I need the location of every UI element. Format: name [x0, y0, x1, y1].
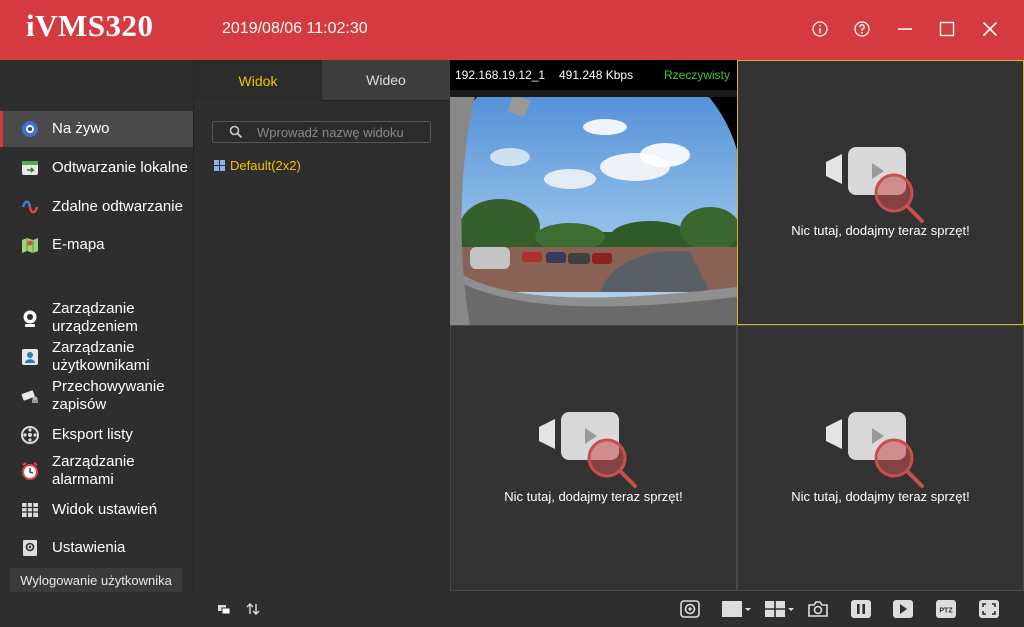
- ptz-icon[interactable]: PTZ: [934, 598, 958, 620]
- close-icon[interactable]: [977, 16, 1003, 42]
- multi-window-icon[interactable]: [212, 598, 236, 620]
- video-cell-3[interactable]: Nic tutaj, dodajmy teraz sprzęt!: [450, 325, 737, 591]
- sidebar-item-label: Zdalne odtwarzanie: [52, 198, 183, 215]
- storage-icon: [20, 386, 40, 406]
- video-cell-2[interactable]: Nic tutaj, dodajmy teraz sprzęt!: [737, 60, 1024, 325]
- camera-ip: 192.168.19.12_1: [455, 68, 546, 82]
- empty-cell-message: Nic tutaj, dodajmy teraz sprzęt!: [791, 489, 970, 504]
- sidebar-item-alarm-management[interactable]: Zarządzanie alarmami: [0, 452, 193, 490]
- view-panel: Widok Wideo Default(2x2): [193, 60, 450, 627]
- empty-cell-message: Nic tutaj, dodajmy teraz sprzęt!: [504, 489, 683, 504]
- datetime: 2019/08/06 11:02:30: [222, 20, 368, 37]
- pause-icon[interactable]: [849, 598, 873, 620]
- sidebar-item-label: Eksport listy: [52, 426, 133, 443]
- sidebar-item-local-playback[interactable]: Odtwarzanie lokalne: [0, 150, 193, 186]
- info-icon[interactable]: [807, 16, 833, 42]
- export-list-icon: [20, 425, 40, 445]
- live-video-cell[interactable]: 192.168.19.12_1 491.248 Kbps Rzeczywisty: [450, 60, 737, 325]
- user-management-icon: [20, 347, 40, 367]
- play-icon[interactable]: [891, 598, 915, 620]
- live-view-icon: [20, 119, 40, 139]
- video-grid: 192.168.19.12_1 491.248 Kbps Rzeczywisty: [450, 60, 1024, 591]
- no-device-camera-icon: [826, 412, 936, 493]
- app-logo: iVMS320: [26, 8, 154, 43]
- record-all-icon[interactable]: [678, 598, 702, 620]
- video-cell-4[interactable]: Nic tutaj, dodajmy teraz sprzęt!: [737, 325, 1024, 591]
- sidebar-item-label: Zarządzanie urządzeniem: [52, 300, 138, 335]
- camera-feed: [450, 97, 737, 325]
- logout-button[interactable]: Wylogowanie użytkownika: [10, 568, 182, 592]
- tab-video[interactable]: Wideo: [322, 60, 450, 101]
- live-cell-header: 192.168.19.12_1 491.248 Kbps Rzeczywisty: [450, 60, 737, 90]
- sidebar-item-remote-playback[interactable]: Zdalne odtwarzanie: [0, 189, 193, 225]
- sidebar-item-user-management[interactable]: Zarządzanie użytkownikami: [0, 338, 193, 376]
- device-management-icon: [20, 309, 40, 329]
- sidebar-item-label: Na żywo: [52, 120, 110, 137]
- grid-view-icon: [214, 160, 225, 171]
- bitrate: 491.248 Kbps: [559, 68, 634, 82]
- layout-grid-dropdown[interactable]: [763, 598, 795, 620]
- remote-playback-icon: [20, 197, 40, 217]
- sidebar-item-label: Zarządzanie alarmami: [52, 453, 135, 488]
- fullscreen-icon[interactable]: [977, 598, 1001, 620]
- sidebar-item-storage[interactable]: Przechowywanie zapisów: [0, 377, 193, 415]
- sidebar-item-label: Przechowywanie zapisów: [52, 378, 165, 413]
- sidebar-item-settings[interactable]: Ustawienia: [0, 530, 193, 566]
- svg-text:PTZ: PTZ: [939, 608, 953, 615]
- window-mode-dropdown[interactable]: [720, 598, 752, 620]
- empty-cell-message: Nic tutaj, dodajmy teraz sprzęt!: [791, 223, 970, 238]
- no-device-camera-icon: [539, 412, 649, 493]
- sidebar: Na żywo Odtwarzanie lokalne Zdalne odtwa…: [0, 60, 193, 627]
- settings-view-icon: [20, 500, 40, 520]
- sidebar-item-label: Odtwarzanie lokalne: [52, 159, 188, 176]
- settings-icon: [20, 538, 40, 558]
- sidebar-item-label: Widok ustawień: [52, 501, 158, 518]
- minimize-icon[interactable]: [892, 16, 918, 42]
- stream-mode: Rzeczywisty: [664, 68, 731, 82]
- view-search-box: [212, 121, 431, 143]
- sidebar-item-emap[interactable]: E-mapa: [0, 227, 193, 263]
- sidebar-item-export-list[interactable]: Eksport listy: [0, 417, 193, 453]
- bottom-toolbar: PTZ: [193, 591, 1024, 627]
- local-playback-icon: [20, 158, 40, 178]
- title-bar: iVMS320 2019/08/06 11:02:30: [0, 0, 1024, 60]
- emap-icon: [20, 235, 40, 255]
- maximize-icon[interactable]: [934, 16, 960, 42]
- sidebar-item-live[interactable]: Na żywo: [0, 111, 193, 147]
- help-icon[interactable]: [849, 16, 875, 42]
- search-icon: [229, 125, 243, 144]
- swap-icon[interactable]: [241, 598, 265, 620]
- sidebar-item-device-management[interactable]: Zarządzanie urządzeniem: [0, 299, 193, 337]
- sidebar-item-settings-view[interactable]: Widok ustawień: [0, 492, 193, 528]
- alarm-icon: [20, 461, 40, 481]
- sidebar-item-label: E-mapa: [52, 236, 105, 253]
- no-device-camera-icon: [826, 147, 936, 228]
- snapshot-icon[interactable]: [806, 598, 830, 620]
- sidebar-item-label: Zarządzanie użytkownikami: [52, 339, 150, 374]
- view-list-item[interactable]: Default(2x2): [214, 158, 301, 173]
- sidebar-item-label: Ustawienia: [52, 539, 126, 556]
- view-search-input[interactable]: [257, 124, 425, 140]
- view-item-label: Default(2x2): [230, 158, 301, 173]
- tab-view[interactable]: Widok: [194, 60, 322, 101]
